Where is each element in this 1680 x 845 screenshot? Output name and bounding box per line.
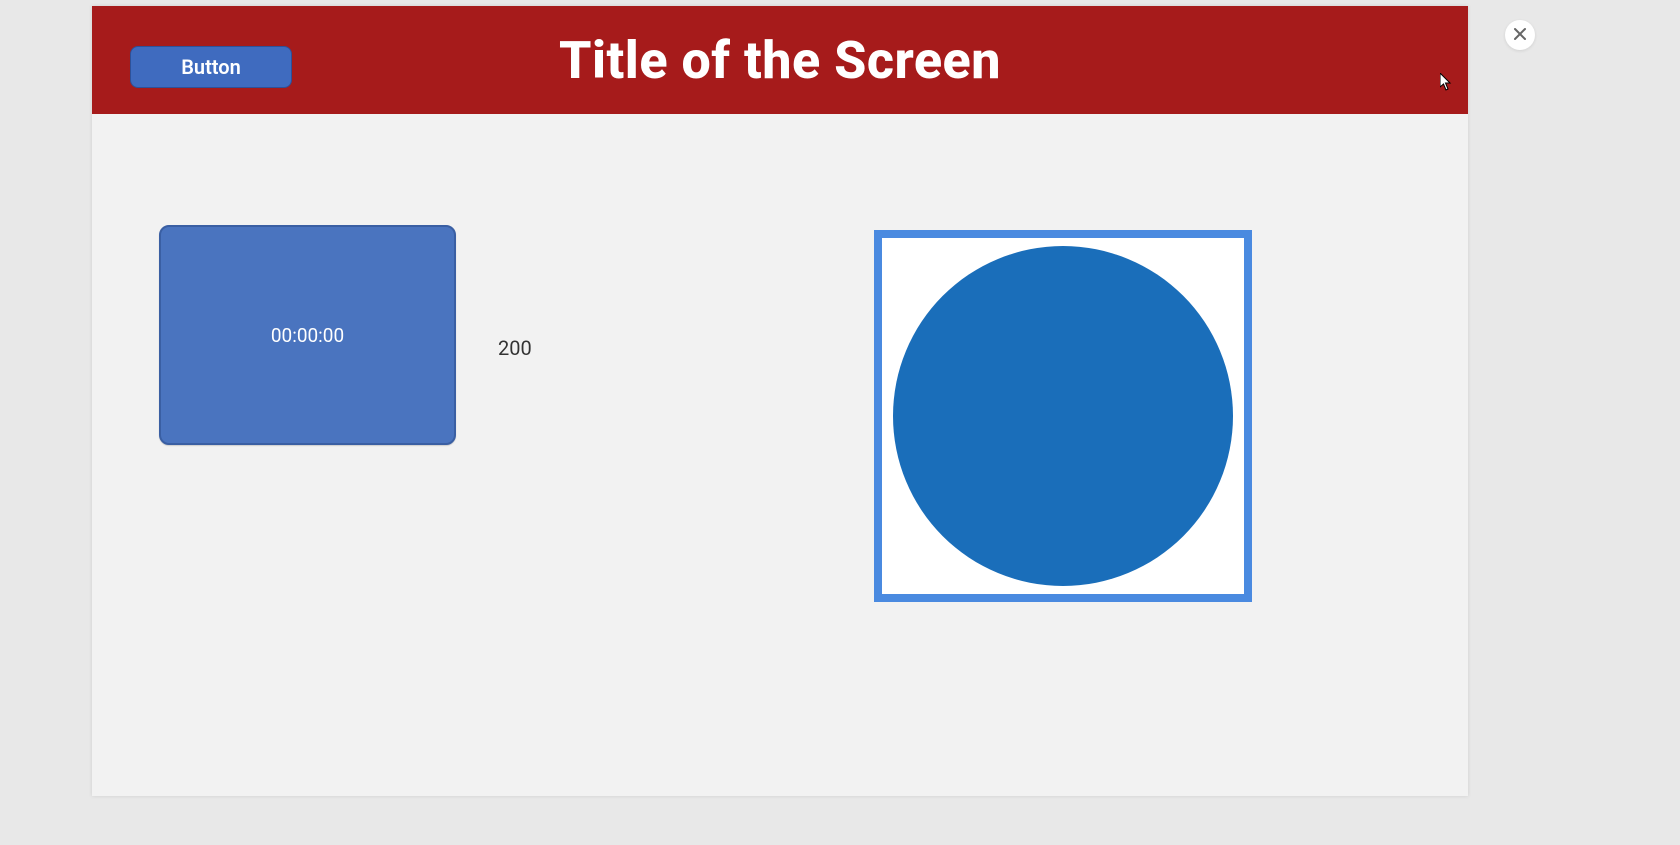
timer-box[interactable]: 00:00:00	[159, 225, 456, 445]
header-bar: Button Title of the Screen	[92, 6, 1468, 114]
timer-value: 00:00:00	[271, 324, 344, 347]
circle-shape	[893, 246, 1233, 586]
close-icon	[1513, 26, 1527, 45]
number-label: 200	[498, 336, 532, 360]
app-frame: Button Title of the Screen 00:00:00 200	[92, 6, 1468, 796]
header-button[interactable]: Button	[130, 46, 292, 88]
close-button[interactable]	[1505, 20, 1535, 50]
circle-container	[874, 230, 1252, 602]
content-area: 00:00:00 200	[92, 114, 1468, 796]
header-button-label: Button	[181, 55, 241, 79]
page-title: Title of the Screen	[92, 30, 1468, 91]
